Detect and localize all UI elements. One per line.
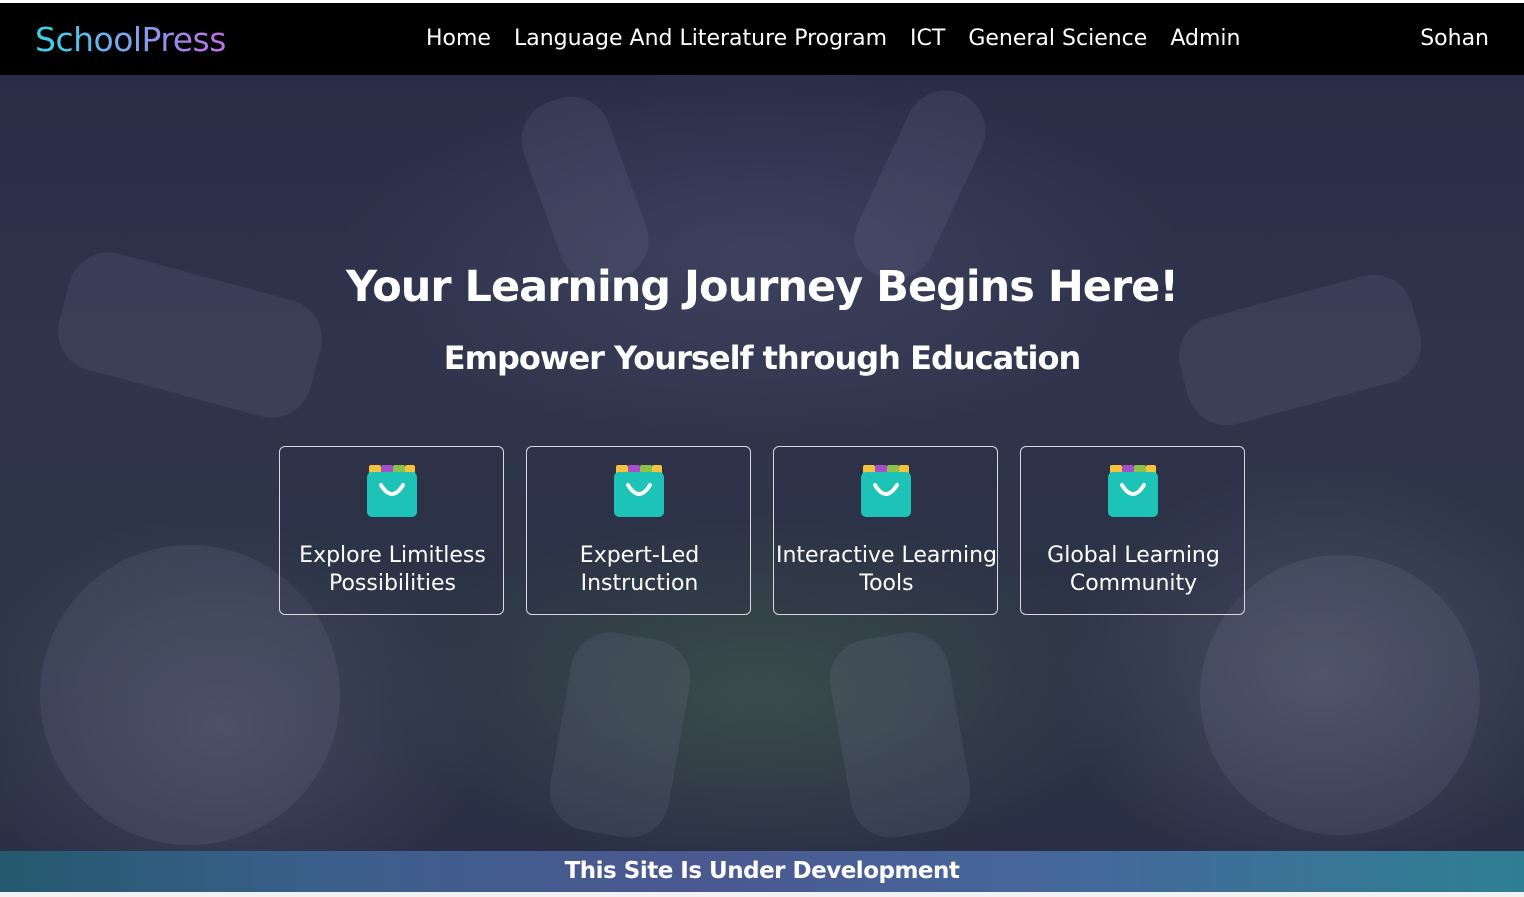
nav-link-language-literature[interactable]: Language And Literature Program [514,23,887,55]
feature-card-label: Interactive Learning Tools [775,543,997,596]
feature-card-label: Explore Limitless Possibilities [299,543,486,596]
shopping-bag-icon [367,465,417,517]
feature-card-interactive[interactable]: Interactive Learning Tools [773,446,998,615]
feature-card-expert[interactable]: Expert-Led Instruction [526,446,751,615]
hero-title: Your Learning Journey Begins Here! [346,262,1179,312]
background-photo-shape [823,626,977,844]
feature-cards: Explore Limitless Possibilities Expert-L… [279,446,1245,615]
nav-link-general-science[interactable]: General Science [968,23,1147,55]
development-banner: This Site Is Under Development [0,851,1524,892]
feature-card-community[interactable]: Global Learning Community [1020,446,1245,615]
hero-section: Your Learning Journey Begins Here! Empow… [0,75,1524,851]
nav-link-home[interactable]: Home [426,23,491,55]
nav-link-admin[interactable]: Admin [1170,23,1240,55]
bottom-strip [0,892,1524,897]
feature-card-label: Global Learning Community [1047,543,1220,596]
page: SchoolPress Home Language And Literature… [0,0,1524,897]
hero-subtitle: Empower Yourself through Education [443,339,1081,377]
shopping-bag-icon [861,465,911,517]
feature-card-explore[interactable]: Explore Limitless Possibilities [279,446,504,615]
feature-card-label: Expert-Led Instruction [579,543,700,596]
shopping-bag-icon [614,465,664,517]
nav-links: Home Language And Literature Program ICT… [426,23,1263,55]
shopping-bag-icon [1108,465,1158,517]
user-menu[interactable]: Sohan [1420,23,1489,55]
brand-logo[interactable]: SchoolPress [35,20,226,60]
background-photo-shape [543,626,697,844]
nav-link-ict[interactable]: ICT [910,23,945,55]
top-navbar: SchoolPress Home Language And Literature… [0,3,1524,75]
